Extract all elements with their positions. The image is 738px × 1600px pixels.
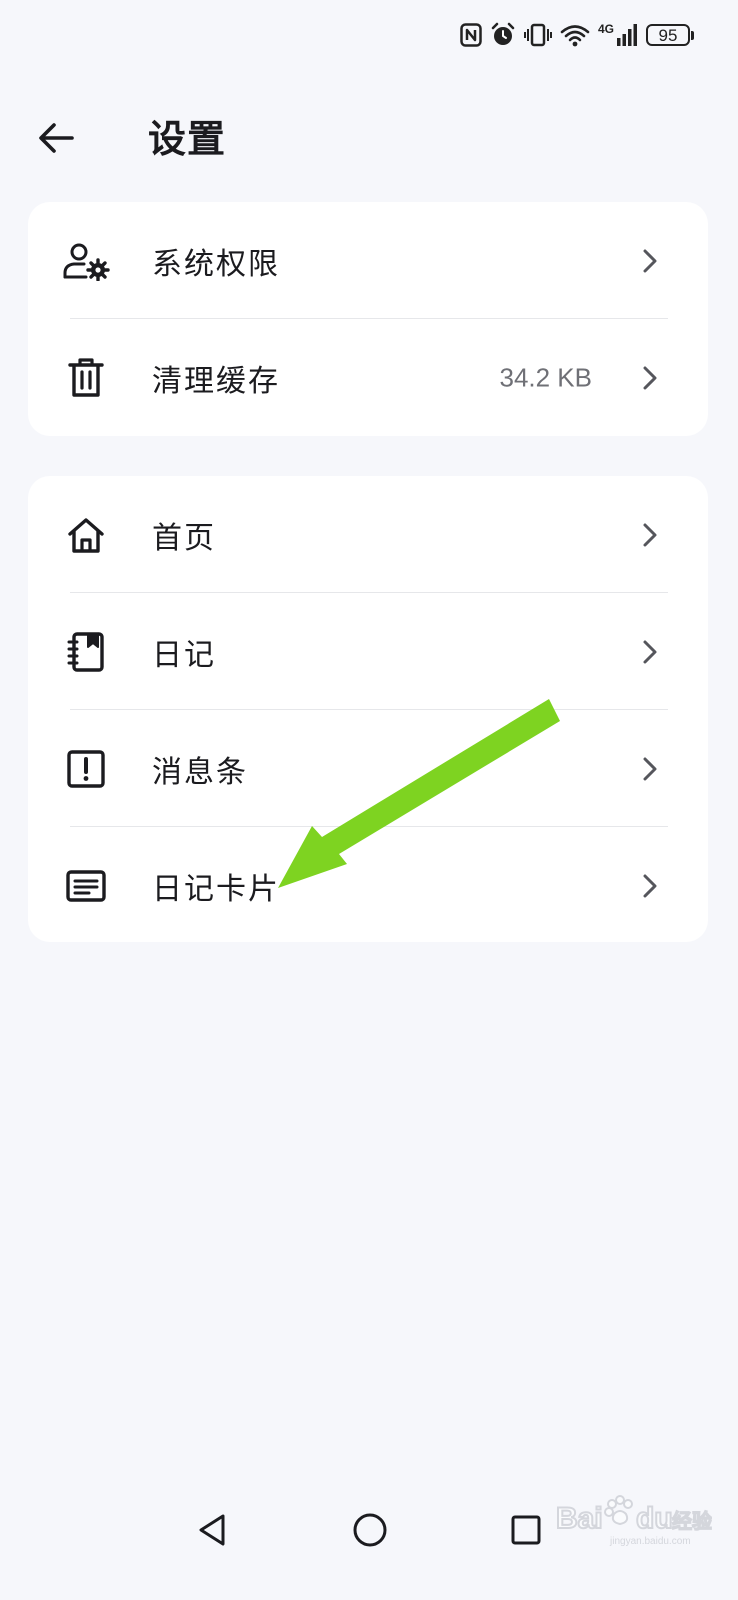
settings-item-home[interactable]: 首页 — [28, 476, 708, 593]
chevron-right-icon — [636, 521, 664, 549]
settings-item-clear-cache[interactable]: 清理缓存 34.2 KB — [28, 319, 708, 436]
vibrate-icon — [523, 23, 552, 47]
user-settings-icon — [62, 237, 110, 285]
nav-recents-button[interactable] — [496, 1502, 556, 1562]
chevron-right-icon — [636, 872, 664, 900]
diary-icon — [62, 628, 110, 676]
settings-item-label: 日记卡片 — [152, 871, 280, 907]
battery-level: 95 — [646, 24, 690, 46]
battery-icon: 95 — [646, 24, 694, 46]
back-button[interactable] — [30, 114, 82, 166]
settings-item-system-permissions[interactable]: 系统权限 — [28, 202, 708, 319]
wifi-icon — [560, 23, 590, 47]
settings-item-label: 清理缓存 — [152, 363, 280, 399]
circle-home-icon — [351, 1511, 389, 1553]
trash-icon — [62, 354, 110, 402]
alert-square-icon — [62, 745, 110, 793]
square-recents-icon — [509, 1513, 543, 1551]
cache-size-value: 34.2 KB — [499, 362, 592, 392]
settings-item-message-bar[interactable]: 消息条 — [28, 710, 708, 827]
card-icon — [62, 862, 110, 910]
settings-item-label: 首页 — [152, 520, 216, 556]
page-title: 设置 — [148, 117, 227, 161]
nav-back-button[interactable] — [182, 1502, 242, 1562]
chevron-right-icon — [636, 755, 664, 783]
settings-item-diary-card[interactable]: 日记卡片 — [28, 827, 708, 942]
arrow-left-icon — [36, 120, 76, 160]
navigation-bar — [0, 1470, 738, 1600]
settings-item-label: 日记 — [152, 637, 216, 673]
signal-4g-icon: 4G — [598, 23, 638, 47]
battery-tip — [691, 30, 694, 40]
network-label: 4G — [597, 22, 614, 36]
chevron-right-icon — [636, 364, 664, 392]
settings-item-label: 消息条 — [152, 754, 248, 790]
chevron-right-icon — [636, 638, 664, 666]
alarm-icon — [490, 22, 516, 48]
status-icons: 4G 95 — [460, 20, 694, 50]
status-bar: 4G 95 — [0, 0, 738, 70]
home-icon — [62, 511, 110, 559]
chevron-right-icon — [636, 247, 664, 275]
header: 设置 — [0, 96, 738, 180]
settings-item-label: 系统权限 — [152, 246, 280, 282]
settings-item-diary[interactable]: 日记 — [28, 593, 708, 710]
nav-home-button[interactable] — [340, 1502, 400, 1562]
nfc-icon — [460, 23, 482, 47]
triangle-back-icon — [195, 1512, 229, 1552]
settings-group-system: 系统权限 清理缓存 34.2 KB — [28, 202, 708, 436]
settings-group-display: 首页 日记 消息条 日记卡片 — [28, 476, 708, 942]
